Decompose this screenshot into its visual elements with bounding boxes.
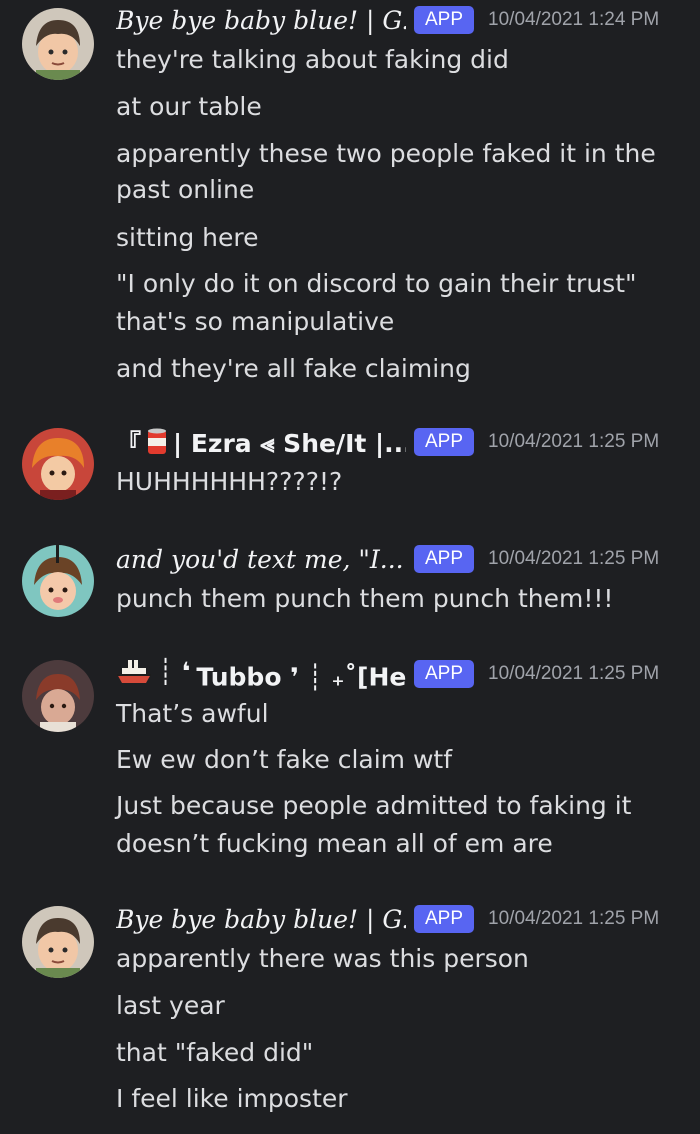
avatar[interactable] [22, 545, 94, 617]
message-line: at our table [116, 92, 262, 121]
timestamp: 10/04/2021 1:25 PM [488, 908, 660, 929]
ship-icon [117, 660, 151, 684]
avatar[interactable] [22, 8, 94, 80]
username[interactable]: 『 | Ezra ⪡ She/It |... [116, 424, 406, 460]
app-badge: APP [414, 428, 475, 456]
username[interactable]: ┊ ❛ Tubbo ❜ ┊ ₊˚[He... [116, 657, 406, 692]
message-line: and they're all fake claiming [116, 354, 471, 383]
username[interactable]: and you'd text me, "I... [116, 545, 406, 574]
message-header: Bye bye baby blue! | G... APP 10/04/2021… [116, 2, 680, 38]
corner-bracket-glyph: 『 [116, 429, 142, 458]
message-line: last year [116, 991, 225, 1020]
soup-can-icon [148, 428, 167, 454]
message-header: ┊ ❛ Tubbo ❜ ┊ ₊˚[He... APP 10/04/2021 1:… [116, 656, 680, 692]
message-line: doesn’t fucking mean all of em are [116, 829, 553, 858]
message-line: Just because people admitted to faking i… [116, 791, 632, 820]
avatar[interactable] [22, 660, 94, 732]
message-line: That’s awful [116, 699, 269, 728]
username-prefix-icons: 『 [116, 424, 167, 460]
message-line: HUHHHHHH????!? [116, 467, 343, 496]
timestamp: 10/04/2021 1:24 PM [488, 9, 660, 30]
timestamp: 10/04/2021 1:25 PM [488, 548, 660, 569]
message-line: I feel like imposter [116, 1084, 348, 1113]
username-text: Tubbo ❜ ┊ ₊˚[He... [196, 662, 406, 692]
username[interactable]: Bye bye baby blue! | G... [116, 905, 406, 934]
message-header: 『 | Ezra ⪡ She/It |... APP 10/04/2021 1:… [116, 424, 680, 460]
message-line: that's so manipulative [116, 307, 395, 336]
timestamp: 10/04/2021 1:25 PM [488, 431, 660, 452]
message-line: past online [116, 175, 255, 204]
username[interactable]: Bye bye baby blue! | G... [116, 6, 406, 35]
message-header: Bye bye baby blue! | G... APP 10/04/2021… [116, 901, 680, 937]
message-line: "I only do it on discord to gain their t… [116, 269, 637, 298]
message-line: that "faked did" [116, 1038, 314, 1067]
avatar[interactable] [22, 906, 94, 978]
avatar[interactable] [22, 428, 94, 500]
app-badge: APP [414, 6, 475, 34]
message-line: apparently there was this person [116, 944, 529, 973]
message-line: apparently these two people faked it in … [116, 139, 656, 168]
app-badge: APP [414, 905, 475, 933]
message-header: and you'd text me, "I... APP 10/04/2021 … [116, 541, 680, 577]
app-badge: APP [414, 660, 475, 688]
message-line: punch them punch them punch them!!! [116, 584, 614, 613]
dotted-divider-glyph: ┊ ❛ [158, 656, 191, 686]
message-line: they're talking about faking did [116, 45, 509, 74]
username-text: | Ezra ⪡ She/It |... [173, 429, 406, 458]
app-badge: APP [414, 545, 475, 573]
message-line: Ew ew don’t fake claim wtf [116, 745, 453, 774]
timestamp: 10/04/2021 1:25 PM [488, 663, 660, 684]
username-prefix-icons: ┊ ❛ [116, 657, 190, 686]
message-line: sitting here [116, 223, 259, 252]
